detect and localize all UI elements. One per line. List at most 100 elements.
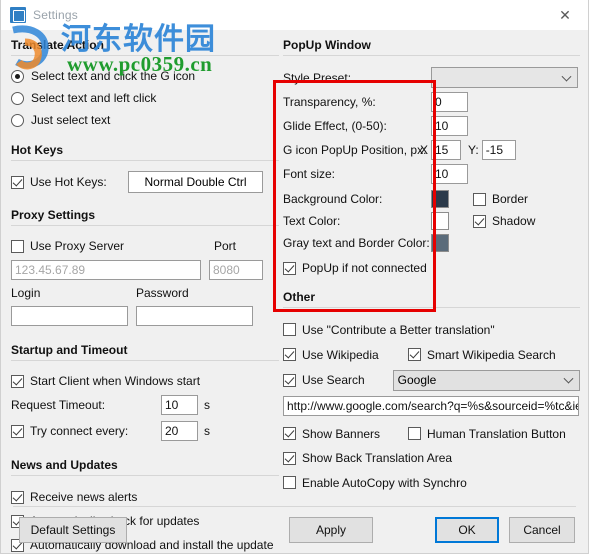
checkbox-try-connect[interactable] [11, 424, 24, 438]
ok-button[interactable]: OK [435, 517, 499, 543]
password-input[interactable] [136, 306, 253, 326]
group-translate-action: Translate Action Select text and click t… [11, 38, 279, 131]
style-preset-label: Style Preset: [283, 70, 352, 85]
title-bar: Settings ✕ [1, 0, 588, 30]
footer-divider [13, 506, 576, 507]
checkbox-start-client[interactable] [11, 374, 24, 388]
radio-label: Select text and left click [31, 91, 157, 105]
popup-position-row: G icon PopUp Position, px: X 15 Y: -15 [283, 138, 580, 162]
wikipedia-row: Use Wikipedia Smart Wikipedia Search [283, 342, 580, 367]
gray-border-color-row: Gray text and Border Color: [283, 232, 580, 254]
gray-border-color-label: Gray text and Border Color: [283, 236, 430, 250]
checkbox-show-banners[interactable] [283, 427, 296, 440]
checkbox-use-hot-keys[interactable] [11, 175, 24, 189]
position-y-input[interactable]: -15 [481, 140, 516, 160]
hotkey-button[interactable]: Normal Double Ctrl [128, 171, 263, 193]
divider [11, 475, 279, 476]
radio-select-and-click-g[interactable]: Select text and click the G icon [11, 65, 279, 87]
password-label: Password [136, 286, 189, 300]
position-x-label: X [420, 143, 429, 157]
human-translation-label: Human Translation Button [427, 426, 566, 441]
checkbox-human-translation-button[interactable] [408, 427, 421, 440]
autocopy-label: Enable AutoCopy with Synchro [302, 475, 467, 490]
group-startup-timeout: Startup and Timeout Start Client when Wi… [11, 343, 279, 444]
default-settings-button[interactable]: Default Settings [19, 517, 127, 543]
right-column: PopUp Window Style Preset: Transparency,… [283, 38, 580, 507]
gray-border-color-swatch[interactable] [431, 234, 449, 252]
font-size-input[interactable]: 10 [431, 164, 468, 184]
checkbox-show-back-translation-area[interactable] [283, 451, 296, 465]
group-title-translate-action: Translate Action [11, 38, 104, 52]
group-title-popup: PopUp Window [283, 38, 371, 52]
checkbox-enable-autocopy-synchro[interactable] [283, 476, 296, 489]
request-timeout-input[interactable]: 10 [161, 395, 198, 415]
radio-label: Select text and click the G icon [31, 69, 196, 83]
radio-icon[interactable] [11, 91, 24, 105]
app-icon [10, 7, 26, 23]
cancel-button[interactable]: Cancel [509, 517, 575, 543]
group-title-startup: Startup and Timeout [11, 343, 128, 357]
transparency-label: Transparency, %: [283, 95, 376, 109]
use-wikipedia-label: Use Wikipedia [302, 347, 379, 362]
group-title-hot-keys: Hot Keys [11, 143, 64, 157]
group-hot-keys: Hot Keys Use Hot Keys: Normal Double Ctr… [11, 143, 279, 194]
text-color-swatch[interactable] [431, 212, 449, 230]
group-title-proxy: Proxy Settings [11, 208, 96, 222]
login-input[interactable] [11, 306, 128, 326]
close-icon[interactable]: ✕ [542, 0, 588, 30]
credentials-labels-row: Login Password [11, 283, 279, 303]
radio-select-and-left-click[interactable]: Select text and left click [11, 87, 279, 109]
style-preset-dropdown[interactable] [431, 67, 578, 88]
port-label: Port [214, 239, 237, 253]
back-translation-label: Show Back Translation Area [302, 451, 453, 465]
proxy-port-input[interactable]: 8080 [209, 260, 263, 280]
checkbox-contribute-better-translation[interactable] [283, 323, 296, 336]
search-url-input[interactable]: http://www.google.com/search?q=%s&source… [283, 396, 579, 416]
checkbox-smart-wikipedia-search[interactable] [408, 348, 421, 361]
apply-button[interactable]: Apply [289, 517, 373, 543]
radio-icon[interactable] [11, 113, 24, 127]
checkbox-row-start-client[interactable]: Start Client when Windows start [11, 370, 279, 392]
checkbox-border[interactable] [473, 192, 486, 206]
divider [11, 360, 279, 361]
use-search-row: Use Search Google [283, 367, 580, 393]
checkbox-row-contribute[interactable]: Use "Contribute a Better translation" [283, 317, 580, 342]
radio-just-select-text[interactable]: Just select text [11, 109, 279, 131]
window-title: Settings [33, 8, 78, 22]
checkbox-row-popup-not-connected[interactable]: PopUp if not connected [283, 256, 580, 280]
checkbox-use-search[interactable] [283, 373, 296, 387]
checkbox-popup-if-not-connected[interactable] [283, 261, 296, 275]
checkbox-use-proxy-server[interactable] [11, 239, 24, 253]
chevron-down-icon [563, 373, 574, 384]
checkbox-row-back-translation[interactable]: Show Back Translation Area [283, 446, 580, 470]
checkbox-use-wikipedia[interactable] [283, 348, 296, 361]
checkbox-shadow[interactable] [473, 214, 486, 228]
proxy-server-input[interactable]: 123.45.67.89 [11, 260, 201, 280]
request-timeout-row: Request Timeout: 10 s [11, 392, 279, 418]
transparency-row: Transparency, %: 0 [283, 90, 580, 114]
font-size-row: Font size: 10 [283, 162, 580, 186]
request-timeout-unit: s [204, 398, 210, 412]
try-connect-row: Try connect every: 20 s [11, 418, 279, 444]
search-engine-dropdown[interactable]: Google [392, 369, 580, 391]
position-x-input[interactable]: 15 [431, 140, 461, 160]
checkbox-row-autocopy[interactable]: Enable AutoCopy with Synchro [283, 470, 580, 495]
glide-effect-label: Glide Effect, (0-50): [283, 119, 387, 133]
divider [283, 307, 580, 308]
use-hot-keys-label: Use Hot Keys: [30, 175, 107, 189]
divider [283, 55, 580, 56]
group-proxy-settings: Proxy Settings Use Proxy Server Port 123… [11, 208, 279, 329]
glide-effect-input[interactable]: 10 [431, 116, 468, 136]
request-timeout-label: Request Timeout: [11, 398, 106, 412]
use-proxy-label: Use Proxy Server [30, 239, 125, 253]
checkbox-receive-news-alerts[interactable] [11, 490, 24, 504]
transparency-input[interactable]: 0 [431, 92, 468, 112]
divider [11, 160, 279, 161]
settings-dialog: Settings ✕ Translate Action Select text … [0, 0, 589, 554]
background-color-swatch[interactable] [431, 190, 449, 208]
group-popup-window: PopUp Window Style Preset: Transparency,… [283, 38, 580, 280]
radio-icon[interactable] [11, 69, 24, 83]
receive-news-label: Receive news alerts [30, 490, 138, 504]
try-connect-input[interactable]: 20 [161, 421, 198, 441]
popup-position-label: G icon PopUp Position, px: [283, 143, 427, 157]
